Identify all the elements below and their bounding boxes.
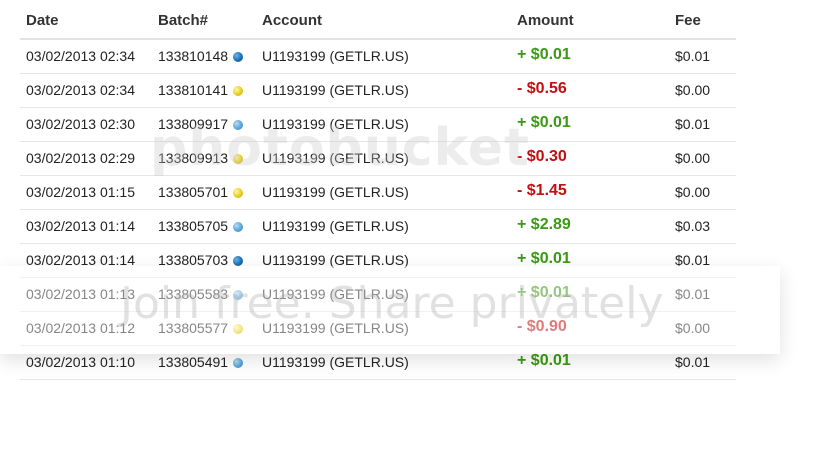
row-batch: 133809917 <box>158 116 244 132</box>
row-batch: 133805703 <box>158 252 244 268</box>
row-amount: + $0.01 <box>517 284 571 301</box>
table-row[interactable]: 03/02/2013 02:34 133810148 U1193199 (GETLR… <box>20 40 736 74</box>
batch-number[interactable]: 133805703 <box>158 252 228 268</box>
row-amount: + $0.01 <box>517 46 571 63</box>
status-dot-icon <box>233 290 244 300</box>
table-row[interactable]: 03/02/2013 01:14 133805703 U1193199 (GETLR… <box>20 244 736 278</box>
row-date: 03/02/2013 01:15 <box>26 184 135 200</box>
row-date: 03/02/2013 01:14 <box>26 218 135 234</box>
row-batch: 133805705 <box>158 218 244 234</box>
row-account: U1193199 (GETLR.US) <box>262 48 409 64</box>
batch-number[interactable]: 133809913 <box>158 150 228 166</box>
row-account: U1193199 (GETLR.US) <box>262 82 409 98</box>
row-fee: $0.00 <box>675 82 711 98</box>
row-batch: 133810148 <box>158 48 244 64</box>
row-fee: $0.03 <box>675 218 711 234</box>
row-account: U1193199 (GETLR.US) <box>262 252 409 268</box>
table-row[interactable]: 03/02/2013 01:14 133805705 U1193199 (GETLR… <box>20 210 736 244</box>
row-fee: $0.01 <box>675 116 711 132</box>
history-page: Date Batch# Account Amount Fee 03/02/201… <box>0 0 819 460</box>
row-amount: - $0.30 <box>517 148 567 165</box>
row-fee: $0.01 <box>675 354 711 370</box>
status-dot-icon <box>233 222 244 232</box>
batch-number[interactable]: 133810148 <box>158 48 228 64</box>
batch-number[interactable]: 133809917 <box>158 116 228 132</box>
status-dot-icon <box>233 256 244 266</box>
batch-number[interactable]: 133805491 <box>158 354 228 370</box>
table-row[interactable]: 03/02/2013 02:29 133809913 U1193199 (GETLR… <box>20 142 736 176</box>
status-dot-icon <box>233 188 244 198</box>
status-dot-icon <box>233 120 244 130</box>
transaction-table: Date Batch# Account Amount Fee 03/02/201… <box>20 0 736 380</box>
row-amount: + $0.01 <box>517 250 571 267</box>
table-row[interactable]: 03/02/2013 01:12 133805577 U1193199 (GETLR… <box>20 312 736 346</box>
row-batch: 133805491 <box>158 354 244 370</box>
table-row[interactable]: 03/02/2013 02:30 133809917 U1193199 (GETLR… <box>20 108 736 142</box>
row-fee: $0.00 <box>675 150 711 166</box>
row-amount: + $2.89 <box>517 216 571 233</box>
table-row[interactable]: 03/02/2013 02:34 133810141 U1193199 (GETLR… <box>20 74 736 108</box>
row-amount: - $1.45 <box>517 182 567 199</box>
row-account: U1193199 (GETLR.US) <box>262 184 409 200</box>
row-amount: + $0.01 <box>517 114 571 131</box>
row-fee: $0.00 <box>675 320 711 336</box>
batch-number[interactable]: 133805701 <box>158 184 228 200</box>
batch-number[interactable]: 133805583 <box>158 286 228 302</box>
row-batch: 133805701 <box>158 184 244 200</box>
row-date: 03/02/2013 01:12 <box>26 320 135 336</box>
row-fee: $0.01 <box>675 252 711 268</box>
table-body: 03/02/2013 02:34 133810148 U1193199 (GETLR… <box>20 40 736 380</box>
row-account: U1193199 (GETLR.US) <box>262 218 409 234</box>
row-date: 03/02/2013 01:14 <box>26 252 135 268</box>
table-header: Date Batch# Account Amount Fee <box>20 0 736 40</box>
row-date: 03/02/2013 01:10 <box>26 354 135 370</box>
row-amount: + $0.01 <box>517 352 571 369</box>
status-dot-icon <box>233 154 244 164</box>
row-batch: 133805583 <box>158 286 244 302</box>
column-header-fee[interactable]: Fee <box>675 12 701 29</box>
row-fee: $0.01 <box>675 286 711 302</box>
row-amount: - $0.90 <box>517 318 567 335</box>
status-dot-icon <box>233 324 244 334</box>
column-header-amount[interactable]: Amount <box>517 12 574 29</box>
table-row[interactable]: 03/02/2013 01:13 133805583 U1193199 (GETLR… <box>20 278 736 312</box>
batch-number[interactable]: 133810141 <box>158 82 228 98</box>
table-row[interactable]: 03/02/2013 01:15 133805701 U1193199 (GETLR… <box>20 176 736 210</box>
row-fee: $0.00 <box>675 184 711 200</box>
row-date: 03/02/2013 02:29 <box>26 150 135 166</box>
row-account: U1193199 (GETLR.US) <box>262 286 409 302</box>
batch-number[interactable]: 133805705 <box>158 218 228 234</box>
status-dot-icon <box>233 52 244 62</box>
row-account: U1193199 (GETLR.US) <box>262 320 409 336</box>
row-batch: 133810141 <box>158 82 244 98</box>
row-date: 03/02/2013 02:30 <box>26 116 135 132</box>
row-account: U1193199 (GETLR.US) <box>262 354 409 370</box>
row-batch: 133809913 <box>158 150 244 166</box>
table-row[interactable]: 03/02/2013 01:10 133805491 U1193199 (GETLR… <box>20 346 736 380</box>
column-header-date[interactable]: Date <box>26 12 59 29</box>
row-date: 03/02/2013 02:34 <box>26 82 135 98</box>
column-header-account[interactable]: Account <box>262 12 322 29</box>
status-dot-icon <box>233 86 244 96</box>
row-account: U1193199 (GETLR.US) <box>262 150 409 166</box>
status-dot-icon <box>233 358 244 368</box>
row-date: 03/02/2013 02:34 <box>26 48 135 64</box>
column-header-batch[interactable]: Batch# <box>158 12 208 29</box>
row-fee: $0.01 <box>675 48 711 64</box>
batch-number[interactable]: 133805577 <box>158 320 228 336</box>
row-date: 03/02/2013 01:13 <box>26 286 135 302</box>
row-amount: - $0.56 <box>517 80 567 97</box>
row-account: U1193199 (GETLR.US) <box>262 116 409 132</box>
row-batch: 133805577 <box>158 320 244 336</box>
